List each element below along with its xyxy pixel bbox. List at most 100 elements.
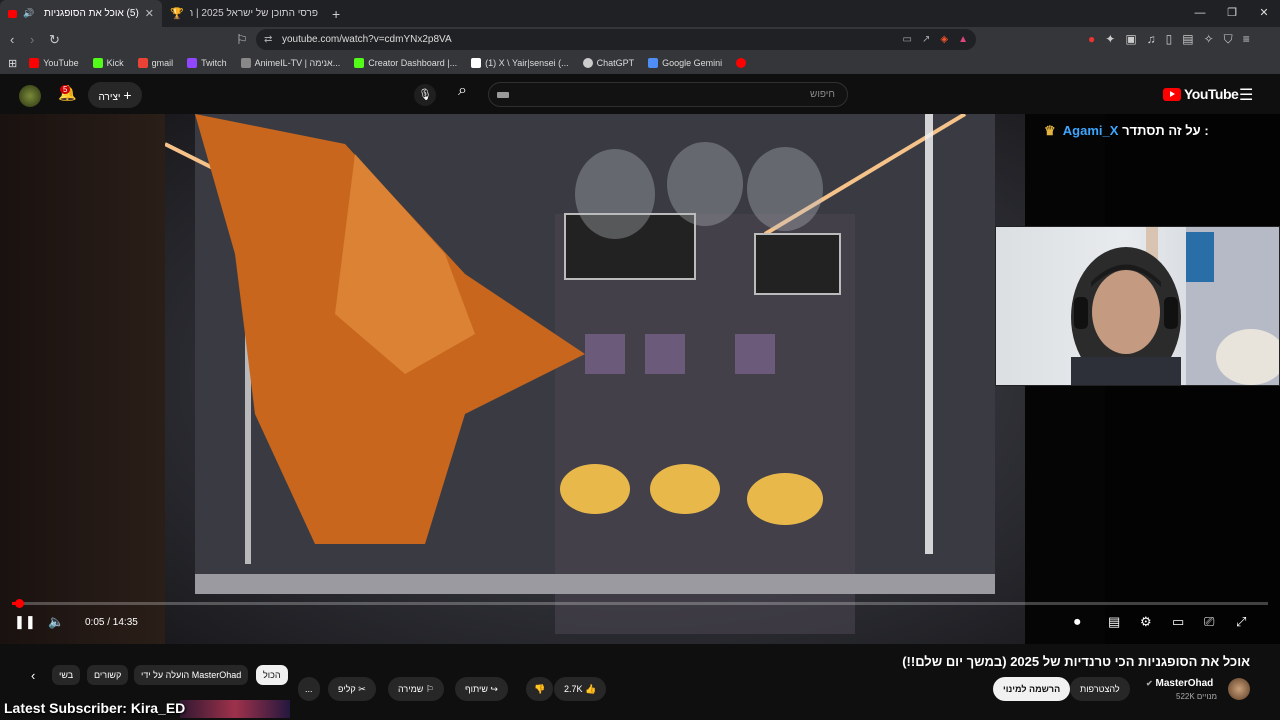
video-title: אוכל את הסופגניות הכי טרנדיות של 2025 (ב… xyxy=(902,654,1250,669)
vpn-icon[interactable]: ⛉ xyxy=(1224,32,1233,47)
forward-icon[interactable]: › xyxy=(30,32,34,47)
new-tab-button[interactable]: + xyxy=(326,0,346,27)
chip-all[interactable]: הכול xyxy=(256,665,288,685)
thumbs-down-icon: 👎 xyxy=(534,684,546,694)
miniplayer-icon[interactable]: ▭ xyxy=(1172,614,1184,630)
kick-icon xyxy=(92,58,103,68)
wallet-icon[interactable]: ▤ xyxy=(1182,32,1193,47)
address-bar-row: ‹ › ↻ ⚐ ⇄ youtube.com/watch?v=cdmYNx2p8V… xyxy=(0,27,1280,52)
music-icon[interactable]: ♫ xyxy=(1147,32,1156,47)
bookmark-chatgpt[interactable]: ChatGPT xyxy=(582,58,635,68)
autoplay-toggle-icon[interactable]: ⏺ xyxy=(1074,614,1081,630)
ai-icon[interactable]: ✧ xyxy=(1204,32,1214,47)
minimize-icon[interactable]: — xyxy=(1184,0,1216,27)
bookmark-label: (1) X \ Yair|sensei (... xyxy=(485,58,569,68)
url-field[interactable]: ⇄ youtube.com/watch?v=cdmYNx2p8VA ▭ ↗ ◈ … xyxy=(256,29,976,50)
bookmark-label: ChatGPT xyxy=(596,58,635,68)
search-icon[interactable]: ⌕ xyxy=(458,82,467,100)
bookmark-kick[interactable]: Kick xyxy=(92,58,124,68)
video-left-bg xyxy=(0,114,165,644)
brave-shield-icon[interactable]: ◈ xyxy=(940,29,948,50)
subscribe-button[interactable]: הרשמה למינוי xyxy=(993,677,1071,701)
rewards-icon[interactable]: ▲ xyxy=(958,29,968,50)
bookmark-label: Google Gemini xyxy=(662,58,723,68)
create-button[interactable]: יצירה + xyxy=(88,82,142,108)
close-tab-icon[interactable]: ✕ xyxy=(145,7,154,20)
channel-name[interactable]: ✔ MasterOhad xyxy=(1146,678,1213,689)
bookmarks-bar: ⊞ YouTube Kick gmail Twitch AnimeIL-TV |… xyxy=(0,52,1280,74)
like-button[interactable]: 2.7K 👍 xyxy=(554,677,607,701)
thumbs-up-icon: 👍 xyxy=(585,684,597,694)
bookmark-x[interactable]: (1) X \ Yair|sensei (... xyxy=(471,58,569,68)
volume-icon[interactable]: 🔈 xyxy=(48,614,64,630)
record-icon[interactable]: ● xyxy=(1088,32,1095,47)
cast-icon[interactable]: ▭ xyxy=(903,29,912,50)
microphone-icon[interactable]: 🎙 xyxy=(414,84,436,106)
more-actions-button[interactable]: ... xyxy=(298,677,320,701)
save-button[interactable]: שמירה ⚐ xyxy=(388,677,444,701)
verified-icon: ✔ xyxy=(1146,679,1153,688)
search-placeholder: חיפוש xyxy=(810,89,835,100)
menu-icon[interactable]: ≡ xyxy=(1243,32,1250,47)
bookmark-label: Kick xyxy=(106,58,124,68)
share-page-icon[interactable]: ↗ xyxy=(922,29,930,50)
video-player[interactable]: ♛ Agami_X על זה תסתדר : ❚❚ 🔈 0:05 / 14:3… xyxy=(0,114,1280,644)
crown-icon: ♛ xyxy=(1044,123,1056,138)
x-icon xyxy=(471,58,482,68)
maximize-icon[interactable]: ❐ xyxy=(1216,0,1248,27)
cast-icon[interactable]: ⎚ xyxy=(1204,614,1214,630)
kick-icon xyxy=(354,58,365,68)
bookmark-label: Creator Dashboard |... xyxy=(368,58,458,68)
bookmark-youtube[interactable]: YouTube xyxy=(29,58,79,68)
share-button[interactable]: שיתוף ↪ xyxy=(455,677,508,701)
tab-youtube-video[interactable]: 🔊 (5) אוכל את הסופגניות הכי טר ✕ xyxy=(0,0,162,27)
bookmark-youtube-extra[interactable] xyxy=(736,58,747,68)
youtube-header: 🔔 5 יצירה + 🎙 ⌕ חיפוש YouTube ☰ xyxy=(0,76,1280,114)
chatgpt-icon xyxy=(582,58,593,68)
url-actions: ▭ ↗ ◈ ▲ xyxy=(903,29,968,50)
chat-text: על זה תסתדר : xyxy=(1122,123,1209,138)
chips-left-arrow-icon[interactable]: ‹ xyxy=(31,668,35,683)
tab-label: פרסי התוכן של ישראל 2025 | הצביעו xyxy=(189,8,318,19)
tab-content-awards[interactable]: 🏆 פרסי התוכן של ישראל 2025 | הצביעו xyxy=(162,0,326,27)
avatar[interactable] xyxy=(19,85,41,107)
fullscreen-icon[interactable]: ⤢ xyxy=(1236,614,1246,630)
youtube-logo[interactable]: YouTube xyxy=(1163,86,1239,102)
chip-uploaded-by[interactable]: הועלה על ידי MasterOhad xyxy=(134,665,249,685)
search-input[interactable]: חיפוש xyxy=(488,82,848,107)
settings-gear-icon[interactable]: ⚙ xyxy=(1140,614,1152,630)
share-icon: ↪ xyxy=(490,684,498,694)
gemini-icon xyxy=(648,58,659,68)
channel-avatar[interactable] xyxy=(1228,678,1250,700)
youtube-icon xyxy=(736,58,747,68)
dislike-button[interactable]: 👎 xyxy=(526,677,554,701)
trophy-favicon-icon: 🏆 xyxy=(170,8,184,20)
chip-related[interactable]: קשורים xyxy=(87,665,129,685)
speaker-icon[interactable]: 🔊 xyxy=(23,8,34,19)
keyboard-icon[interactable] xyxy=(497,92,509,98)
progress-bar[interactable] xyxy=(12,599,1268,608)
bookmark-twitch[interactable]: Twitch xyxy=(187,58,227,68)
close-window-icon[interactable]: ✕ xyxy=(1248,0,1280,27)
bookmark-icon[interactable]: ⚐ xyxy=(236,32,248,48)
join-button[interactable]: להצטרפות xyxy=(1070,677,1130,701)
bookmark-gmail[interactable]: gmail xyxy=(137,58,174,68)
bookmark-label: gmail xyxy=(151,58,174,68)
browser-tab-bar: 🔊 (5) אוכל את הסופגניות הכי טר ✕ 🏆 פרסי … xyxy=(0,0,1280,27)
bookmark-animeil[interactable]: AnimeIL-TV | אנימה... xyxy=(240,58,340,68)
pause-icon[interactable]: ❚❚ xyxy=(14,614,36,630)
screenshot-icon[interactable]: ▣ xyxy=(1125,32,1136,47)
back-icon[interactable]: ‹ xyxy=(10,32,14,47)
bookmark-gemini[interactable]: Google Gemini xyxy=(648,58,722,68)
site-info-icon[interactable]: ⇄ xyxy=(264,29,272,50)
video-frame[interactable] xyxy=(165,114,1025,644)
bookmark-creator-dashboard[interactable]: Creator Dashboard |... xyxy=(354,58,457,68)
hamburger-menu-icon[interactable]: ☰ xyxy=(1239,85,1253,105)
subtitles-icon[interactable]: ▤ xyxy=(1108,614,1120,630)
reload-icon[interactable]: ↻ xyxy=(49,32,60,48)
chip-partial[interactable]: בשי xyxy=(52,665,80,685)
apps-grid-icon[interactable]: ⊞ xyxy=(8,57,17,70)
sidebar-icon[interactable]: ▯ xyxy=(1166,32,1173,47)
puzzle-icon[interactable]: ✦ xyxy=(1105,32,1115,47)
clip-button[interactable]: קליפ ✂ xyxy=(328,677,376,701)
